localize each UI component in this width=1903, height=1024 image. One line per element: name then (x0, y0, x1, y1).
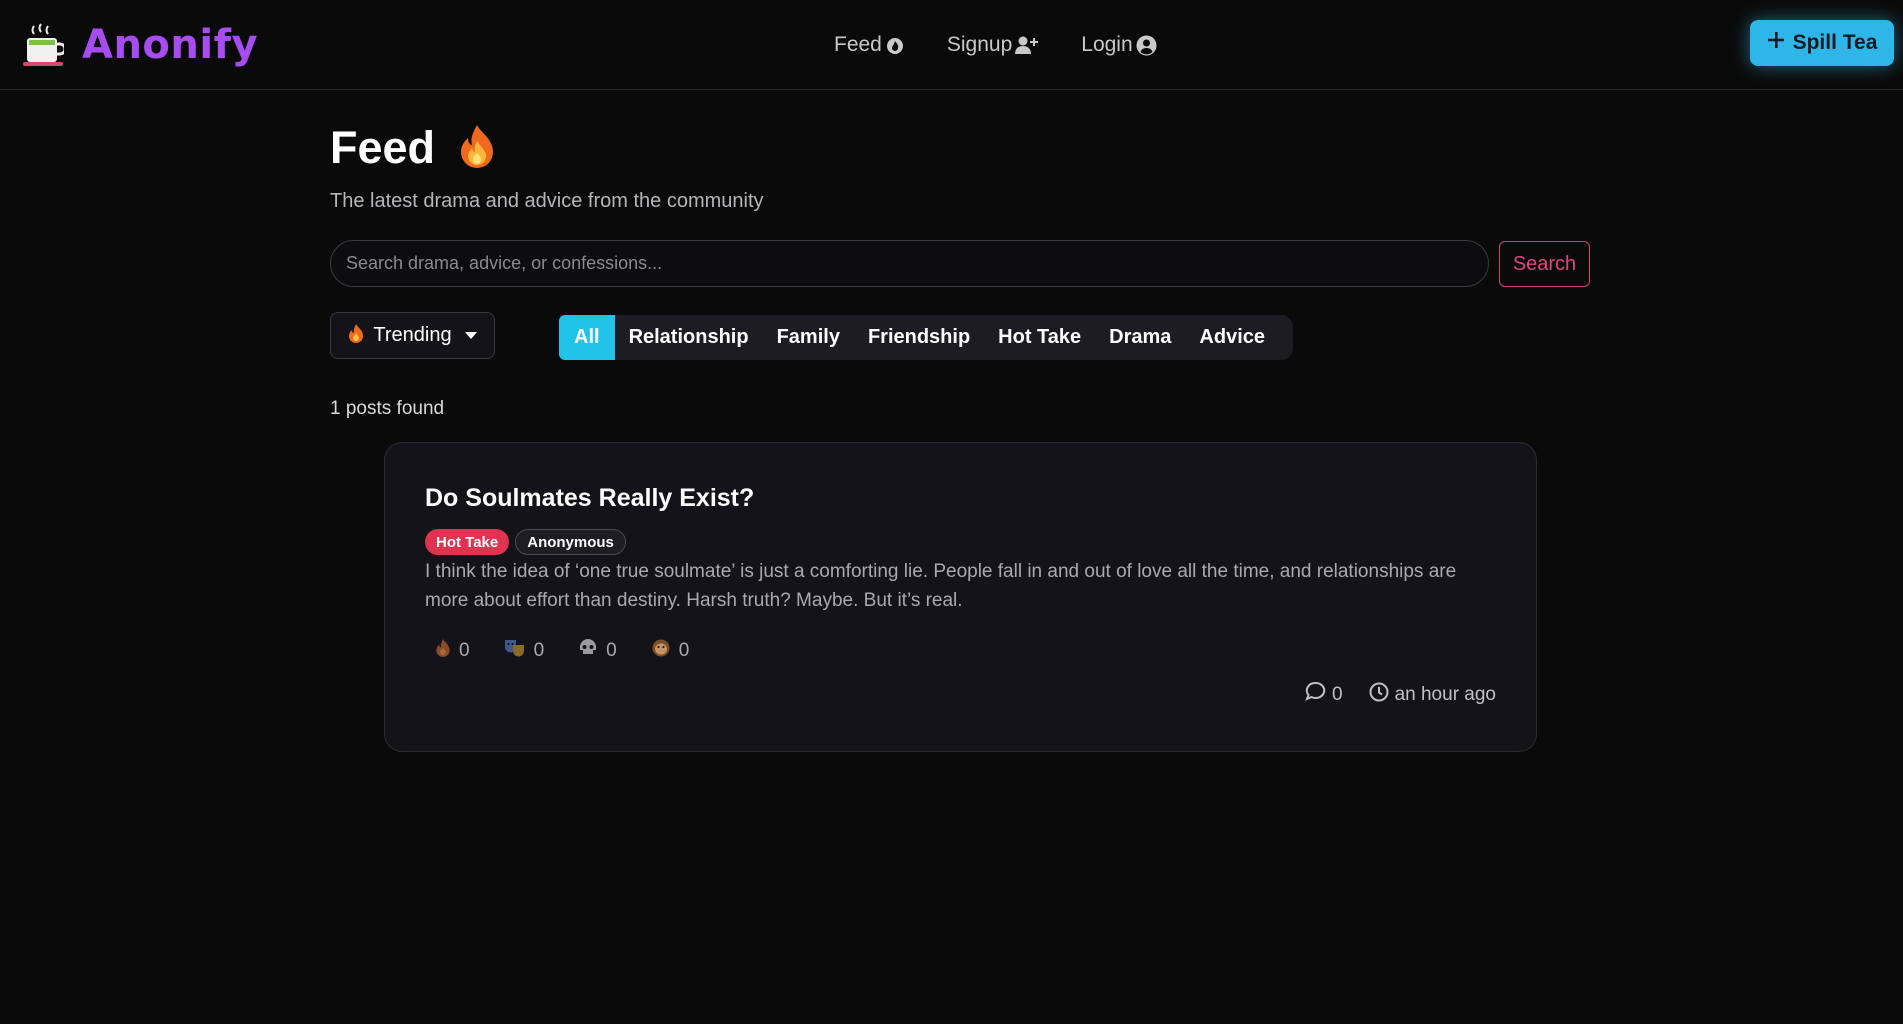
theater-masks-icon (504, 638, 526, 663)
post-body: I think the idea of ‘one true soulmate’ … (425, 561, 1457, 611)
tab-relationship[interactable]: Relationship (615, 315, 763, 360)
spill-tea-button[interactable]: Spill Tea (1750, 20, 1894, 66)
reaction-fire[interactable]: 0 (435, 638, 470, 663)
tab-advice[interactable]: Advice (1185, 315, 1279, 360)
top-navbar: Anonify Feed Signup Login Spill Tea (0, 0, 1903, 90)
nav-link-signup[interactable]: Signup (947, 33, 1039, 57)
search-button[interactable]: Search (1499, 241, 1590, 287)
tab-hot-take[interactable]: Hot Take (984, 315, 1095, 360)
sort-dropdown[interactable]: Trending (330, 312, 495, 359)
post-time: an hour ago (1369, 682, 1496, 708)
comment-icon (1305, 681, 1326, 708)
reaction-monkey[interactable]: 0 (651, 638, 690, 663)
main-nav: Feed Signup Login (834, 28, 1157, 62)
caret-down-icon (464, 332, 477, 339)
tab-friendship[interactable]: Friendship (854, 315, 984, 360)
search-input[interactable] (330, 240, 1489, 287)
nav-link-login-label: Login (1081, 33, 1133, 56)
post-card[interactable]: Do Soulmates Really Exist? Hot Take Anon… (384, 442, 1537, 752)
sort-selected-label: Trending (373, 324, 452, 346)
page-title: Feed (330, 122, 497, 174)
clock-icon (1369, 682, 1389, 708)
tea-cup-icon (22, 22, 67, 68)
category-tabs: All Relationship Family Friendship Hot T… (559, 315, 1294, 360)
category-badge: Hot Take (425, 529, 510, 555)
post-title[interactable]: Do Soulmates Really Exist? (425, 484, 754, 513)
reaction-masks[interactable]: 0 (504, 638, 545, 663)
post-badges: Hot Take Anonymous (425, 529, 626, 555)
posts-count: 1 posts found (330, 398, 445, 419)
nav-link-feed[interactable]: Feed (834, 33, 905, 57)
nav-link-feed-label: Feed (834, 33, 882, 56)
page-subtitle: The latest drama and advice from the com… (330, 190, 764, 212)
page-title-text: Feed (330, 122, 436, 173)
skull-icon (578, 638, 598, 663)
reaction-masks-count: 0 (533, 639, 545, 661)
post-meta: 0 an hour ago (1305, 681, 1496, 708)
reactions-bar: 0 0 0 0 (435, 638, 689, 663)
plus-icon (1767, 31, 1785, 55)
reaction-skull-count: 0 (606, 639, 617, 661)
user-plus-icon (1015, 35, 1039, 55)
fire-icon (435, 638, 451, 663)
brand-name: Anonify (82, 22, 259, 68)
fire-icon (348, 323, 364, 349)
fire-icon (457, 123, 497, 174)
tab-drama[interactable]: Drama (1095, 315, 1185, 360)
monkey-face-icon (651, 638, 671, 663)
post-time-label: an hour ago (1394, 683, 1496, 705)
tab-all[interactable]: All (559, 315, 615, 360)
user-circle-icon (1136, 35, 1157, 56)
reaction-monkey-count: 0 (678, 639, 690, 661)
reaction-skull[interactable]: 0 (578, 638, 617, 663)
reaction-fire-count: 0 (459, 639, 470, 661)
nav-link-login[interactable]: Login (1081, 33, 1157, 57)
brand[interactable]: Anonify (22, 20, 258, 70)
tab-family[interactable]: Family (763, 315, 854, 360)
comment-count: 0 (1332, 683, 1343, 705)
spill-tea-label: Spill Tea (1792, 31, 1878, 54)
comments-link[interactable]: 0 (1305, 681, 1343, 708)
nav-link-signup-label: Signup (946, 33, 1013, 56)
author-badge: Anonymous (515, 529, 626, 555)
fire-icon (885, 35, 905, 55)
